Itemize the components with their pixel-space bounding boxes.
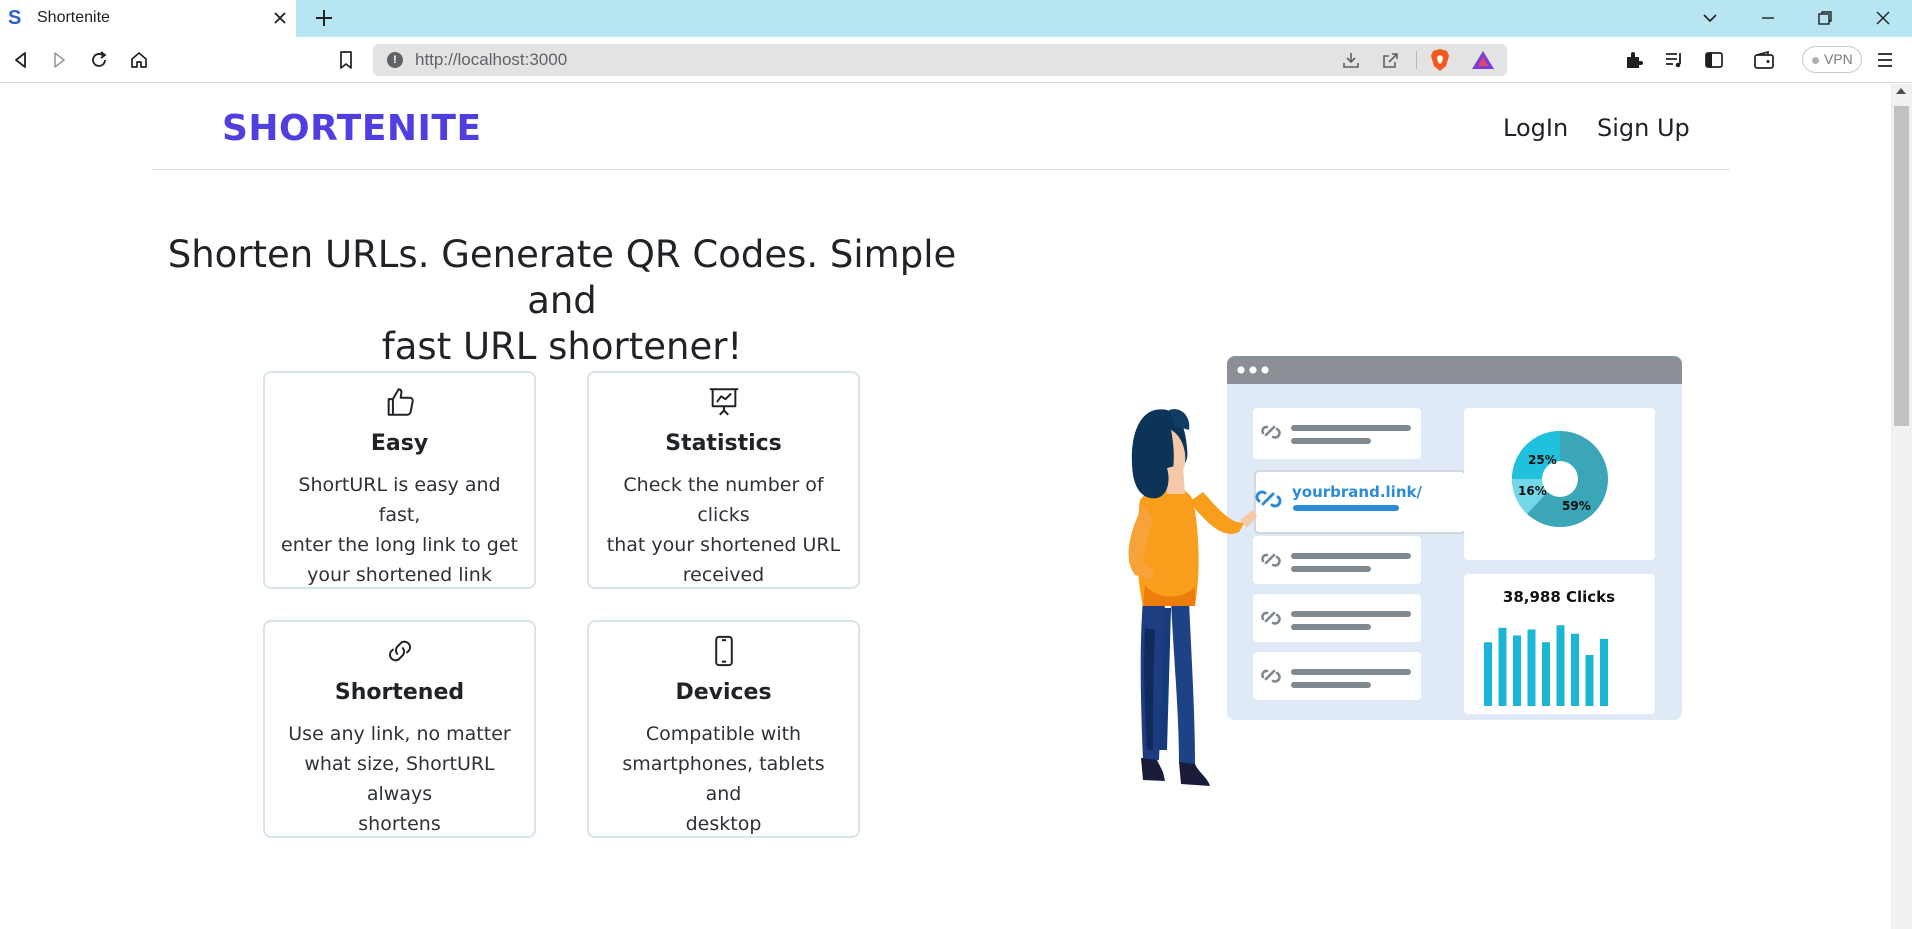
clicks-bar [1600,638,1608,706]
clicks-label: 38,988 Clicks [1503,588,1615,606]
pie-label: 25% [1528,453,1557,467]
link-icon [388,640,411,662]
feature-desc-line: enter the long link to get [281,534,518,556]
reload-icon[interactable] [88,49,110,71]
clicks-bar [1513,635,1521,706]
tab-strip: S Shortenite [0,0,1912,37]
hero-title: Shorten URLs. Generate QR Codes. Simple … [152,232,972,370]
minimize-icon[interactable] [1757,7,1779,29]
feature-desc-line: your shortened link [307,564,492,586]
feature-desc-line: Compatible with [645,723,802,745]
feature-description: ShortURL is easy and fast, enter the lon… [279,470,520,590]
login-link[interactable]: LogIn [1503,114,1568,142]
link-rows [1253,408,1421,700]
forward-icon[interactable] [48,49,70,71]
new-tab-icon[interactable] [313,7,335,29]
pie-chart: 25% 16% 59% [1511,431,1608,527]
address-bar[interactable]: ! http://localhost:3000 [373,44,1507,76]
feature-desc-line: Use any link, no matter [288,723,511,745]
feature-description: Compatible with smartphones, tablets and… [603,719,844,839]
url-text[interactable]: http://localhost:3000 [415,50,567,70]
dashboard-titlebar [1227,356,1682,384]
feature-title: Devices [675,680,772,705]
close-window-icon[interactable] [1872,7,1894,29]
scroll-up-arrow-icon[interactable] [1896,88,1906,94]
highlighted-link-card [1254,470,1466,534]
feature-description: Check the number of clicks that your sho… [603,470,844,590]
page-scrollbar[interactable] [1891,84,1912,929]
download-icon[interactable] [1341,50,1361,70]
hero-title-line1: Shorten URLs. Generate QR Codes. Simple … [167,233,957,322]
feature-desc-line: smartphones, tablets and [622,753,825,805]
feature-card-devices: Devices Compatible with smartphones, tab… [587,620,860,838]
clicks-bar [1556,625,1565,706]
pie-label: 16% [1518,484,1547,498]
url-divider [1416,51,1417,69]
page-viewport: SHORTENITE LogIn Sign Up Shorten URLs. G… [0,84,1912,929]
restore-icon[interactable] [1814,7,1836,29]
feature-description: Use any link, no matter what size, Short… [279,719,520,839]
tab-search-icon[interactable] [1699,7,1721,29]
feature-title: Shortened [334,680,465,705]
smartphone-icon [714,635,733,667]
clicks-bar [1542,642,1550,706]
bookmark-icon[interactable] [335,49,357,71]
site-info-icon[interactable]: ! [387,52,403,68]
presentation-chart-icon [709,388,738,416]
close-tab-icon[interactable] [270,8,290,28]
wallet-icon[interactable] [1753,49,1775,71]
signup-link[interactable]: Sign Up [1597,114,1690,142]
clicks-bar [1484,642,1492,706]
hero-title-line2: fast URL shortener! [381,325,743,368]
feature-desc-line: shortens [358,813,441,835]
feature-desc-line: that your shortened URL [606,534,841,556]
brave-rewards-icon[interactable] [1471,49,1495,71]
brave-shield-icon[interactable] [1429,48,1451,72]
site-navbar: SHORTENITE LogIn Sign Up [152,84,1730,170]
clicks-bar [1498,627,1507,706]
playlist-icon[interactable] [1663,49,1685,71]
feature-title: Statistics [665,431,782,456]
menu-icon[interactable] [1874,49,1896,71]
clicks-bar [1571,633,1579,706]
feature-desc-line: ShortURL is easy and fast, [298,474,501,526]
tab-title: Shortenite [37,9,110,26]
brand-logo[interactable]: SHORTENITE [222,108,482,149]
hero-illustration: yourbrand.link/ 25% 16% 59% 38,988 Click… [1128,356,1682,786]
share-icon[interactable] [1381,50,1401,70]
browser-toolbar: ! http://localhost:3000 VPN [0,37,1912,83]
clicks-bar [1527,629,1536,706]
link-label: yourbrand.link/ [1292,483,1422,501]
back-icon[interactable] [10,49,32,71]
feature-desc-line: Check the number of clicks [623,474,824,526]
scroll-thumb[interactable] [1894,106,1909,426]
browser-tab[interactable]: S Shortenite [0,0,296,37]
feature-card-easy: Easy ShortURL is easy and fast, enter th… [263,371,536,589]
feature-desc-line: desktop [685,813,762,835]
sidebar-icon[interactable] [1703,49,1725,71]
home-icon[interactable] [128,49,150,71]
feature-desc-line: received [682,564,765,586]
feature-card-statistics: Statistics Check the number of clicks th… [587,371,860,589]
feature-card-shortened: Shortened Use any link, no matter what s… [263,620,536,838]
feature-title: Easy [370,431,429,456]
clicks-bar [1585,655,1594,706]
extensions-icon[interactable] [1623,49,1645,71]
favicon-icon: S [8,7,22,29]
thumbs-up-icon [387,388,414,416]
vpn-button[interactable]: VPN [1802,46,1862,73]
feature-desc-line: what size, ShortURL always [304,753,495,805]
pie-label: 59% [1562,499,1591,513]
